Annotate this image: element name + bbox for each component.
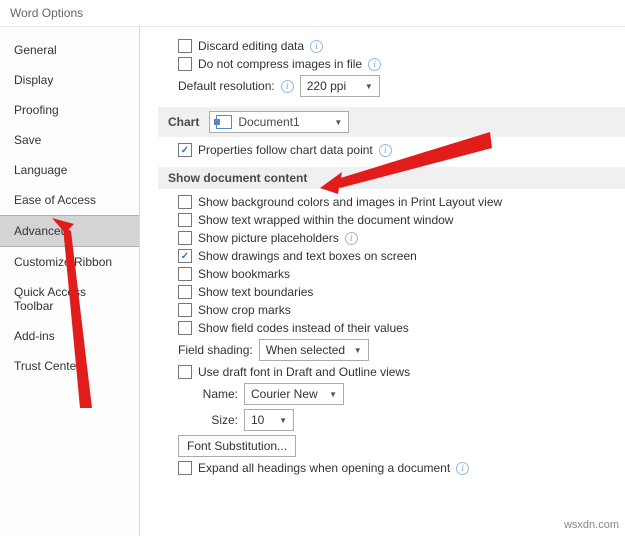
show-text-boundaries-label: Show text boundaries [198, 285, 313, 299]
default-resolution-value: 220 ppi [307, 79, 346, 93]
show-wrap-row: Show text wrapped within the document wi… [178, 213, 625, 227]
chevron-down-icon: ▼ [334, 118, 342, 127]
info-icon[interactable] [379, 144, 392, 157]
compress-label: Do not compress images in file [198, 57, 362, 71]
info-icon[interactable] [345, 232, 358, 245]
show-field-codes-label: Show field codes instead of their values [198, 321, 409, 335]
chevron-down-icon: ▼ [354, 346, 362, 355]
info-icon[interactable] [310, 40, 323, 53]
chart-section-label: Chart [168, 115, 199, 129]
show-field-codes-checkbox[interactable] [178, 321, 192, 335]
chevron-down-icon: ▼ [279, 416, 287, 425]
properties-follow-label: Properties follow chart data point [198, 143, 373, 157]
info-icon[interactable] [368, 58, 381, 71]
show-document-content-label: Show document content [168, 171, 307, 185]
sidebar-item-trust-center[interactable]: Trust Center [0, 351, 139, 381]
discard-editing-label: Discard editing data [198, 39, 304, 53]
chart-document-value: Document1 [238, 115, 299, 129]
sidebar-item-advanced[interactable]: Advanced [0, 215, 139, 247]
draft-font-label: Use draft font in Draft and Outline view… [198, 365, 410, 379]
sidebar-item-save[interactable]: Save [0, 125, 139, 155]
sidebar-item-quick-access-toolbar[interactable]: Quick Access Toolbar [0, 277, 139, 321]
window-title: Word Options [0, 0, 625, 27]
expand-headings-checkbox[interactable] [178, 461, 192, 475]
font-substitution-button[interactable]: Font Substitution... [178, 435, 296, 457]
field-shading-label: Field shading: [178, 343, 253, 357]
show-picture-label: Show picture placeholders [198, 231, 339, 245]
show-picture-row: Show picture placeholders [178, 231, 625, 245]
font-name-label: Name: [198, 387, 238, 401]
compress-checkbox[interactable] [178, 57, 192, 71]
chart-document-select[interactable]: Document1 ▼ [209, 111, 349, 133]
show-crop-marks-checkbox[interactable] [178, 303, 192, 317]
show-background-row: Show background colors and images in Pri… [178, 195, 625, 209]
sidebar-item-customize-ribbon[interactable]: Customize Ribbon [0, 247, 139, 277]
font-name-value: Courier New [251, 387, 318, 401]
field-shading-select[interactable]: When selected ▼ [259, 339, 369, 361]
properties-follow-row: Properties follow chart data point [178, 143, 625, 157]
sidebar-item-add-ins[interactable]: Add-ins [0, 321, 139, 351]
sidebar-item-language[interactable]: Language [0, 155, 139, 185]
font-name-row: Name: Courier New ▼ [198, 383, 625, 405]
default-resolution-label: Default resolution: [178, 79, 275, 93]
show-picture-checkbox[interactable] [178, 231, 192, 245]
sidebar-item-proofing[interactable]: Proofing [0, 95, 139, 125]
discard-editing-row: Discard editing data [178, 39, 625, 53]
show-bookmarks-row: Show bookmarks [178, 267, 625, 281]
font-size-label: Size: [198, 413, 238, 427]
content-panel: Discard editing data Do not compress ima… [140, 27, 625, 536]
discard-editing-checkbox[interactable] [178, 39, 192, 53]
font-substitution-row: Font Substitution... [178, 435, 625, 457]
show-crop-marks-row: Show crop marks [178, 303, 625, 317]
font-size-value: 10 [251, 413, 264, 427]
show-drawings-label: Show drawings and text boxes on screen [198, 249, 417, 263]
sidebar: General Display Proofing Save Language E… [0, 27, 140, 536]
show-drawings-checkbox[interactable] [178, 249, 192, 263]
default-resolution-row: Default resolution: 220 ppi ▼ [178, 75, 625, 97]
font-size-select[interactable]: 10 ▼ [244, 409, 294, 431]
default-resolution-select[interactable]: 220 ppi ▼ [300, 75, 380, 97]
properties-follow-checkbox[interactable] [178, 143, 192, 157]
show-text-boundaries-checkbox[interactable] [178, 285, 192, 299]
show-crop-marks-label: Show crop marks [198, 303, 291, 317]
field-shading-row: Field shading: When selected ▼ [178, 339, 625, 361]
show-wrap-label: Show text wrapped within the document wi… [198, 213, 453, 227]
font-name-select[interactable]: Courier New ▼ [244, 383, 344, 405]
show-document-content-header: Show document content [158, 167, 625, 189]
show-drawings-row: Show drawings and text boxes on screen [178, 249, 625, 263]
compress-row: Do not compress images in file [178, 57, 625, 71]
info-icon[interactable] [456, 462, 469, 475]
chevron-down-icon: ▼ [329, 390, 337, 399]
expand-headings-row: Expand all headings when opening a docum… [178, 461, 625, 475]
main-layout: General Display Proofing Save Language E… [0, 27, 625, 536]
show-field-codes-row: Show field codes instead of their values [178, 321, 625, 335]
chart-section-header: Chart Document1 ▼ [158, 107, 625, 137]
show-background-label: Show background colors and images in Pri… [198, 195, 502, 209]
info-icon[interactable] [281, 80, 294, 93]
expand-headings-label: Expand all headings when opening a docum… [198, 461, 450, 475]
show-bookmarks-label: Show bookmarks [198, 267, 290, 281]
sidebar-item-ease-of-access[interactable]: Ease of Access [0, 185, 139, 215]
draft-font-row: Use draft font in Draft and Outline view… [178, 365, 625, 379]
show-bookmarks-checkbox[interactable] [178, 267, 192, 281]
show-background-checkbox[interactable] [178, 195, 192, 209]
document-icon [216, 115, 232, 129]
chevron-down-icon: ▼ [365, 82, 373, 91]
sidebar-item-display[interactable]: Display [0, 65, 139, 95]
field-shading-value: When selected [266, 343, 345, 357]
show-wrap-checkbox[interactable] [178, 213, 192, 227]
sidebar-item-general[interactable]: General [0, 35, 139, 65]
draft-font-checkbox[interactable] [178, 365, 192, 379]
font-size-row: Size: 10 ▼ [198, 409, 625, 431]
show-text-boundaries-row: Show text boundaries [178, 285, 625, 299]
